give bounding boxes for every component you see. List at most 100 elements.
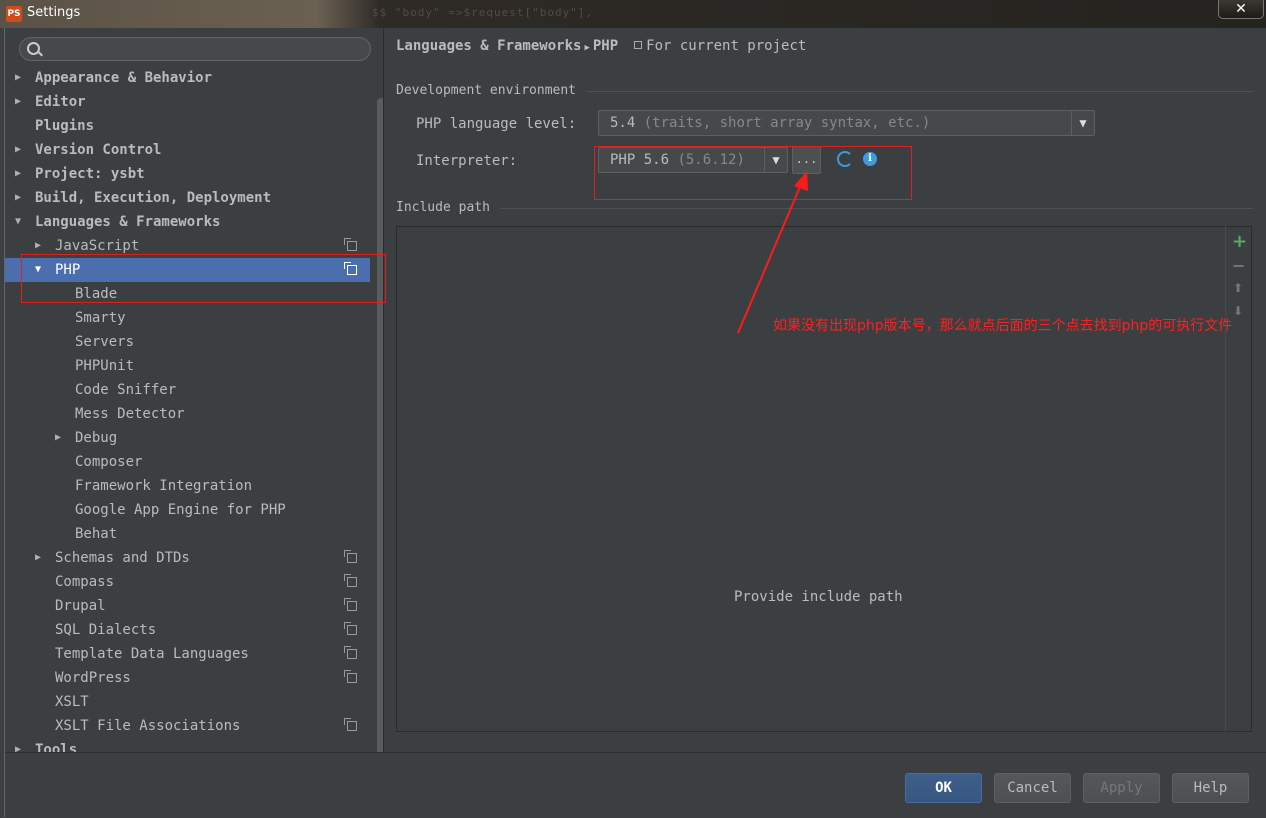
language-level-desc: (traits, short array syntax, etc.)	[643, 115, 931, 131]
cancel-button[interactable]: Cancel	[994, 773, 1071, 803]
sidebar-item-behat[interactable]: Behat	[5, 522, 370, 546]
sidebar-item-mess-detector[interactable]: Mess Detector	[5, 402, 370, 426]
sidebar-item-servers[interactable]: Servers	[5, 330, 370, 354]
sidebar-item-label: Editor	[35, 94, 86, 110]
settings-sidebar: ▶ Appearance & Behavior ▶ Editor Plugins ▶ Ver…	[5, 28, 384, 752]
settings-content: Languages & Frameworks ▶ PHP For current pr…	[384, 28, 1266, 752]
sidebar-item-languages-frameworks[interactable]: ▼ Languages & Frameworks	[5, 210, 370, 234]
include-path-section-title: Include path	[396, 200, 490, 215]
project-scope-icon	[344, 718, 357, 731]
sidebar-item-xslt[interactable]: XSLT	[5, 690, 370, 714]
breadcrumb-scope: For current project	[646, 38, 807, 54]
sidebar-item-label: Composer	[75, 454, 143, 470]
search-input[interactable]	[46, 40, 370, 60]
interpreter-label: Interpreter:	[416, 153, 518, 169]
collapsed-arrow-icon[interactable]: ▶	[55, 426, 61, 450]
sidebar-item-build-execution-deployment[interactable]: ▶ Build, Execution, Deployment	[5, 186, 370, 210]
collapsed-arrow-icon[interactable]: ▶	[15, 66, 21, 90]
search-field[interactable]	[19, 37, 371, 61]
language-level-value: 5.4	[610, 115, 636, 131]
annotation-box-php	[21, 254, 386, 303]
remove-icon[interactable]: −	[1232, 256, 1245, 275]
sidebar-item-label: Build, Execution, Deployment	[35, 190, 272, 206]
sidebar-item-drupal[interactable]: Drupal	[5, 594, 370, 618]
sidebar-item-label: Debug	[75, 430, 118, 446]
sidebar-item-tools[interactable]: ▶ Tools	[5, 738, 370, 752]
help-button[interactable]: Help	[1172, 773, 1249, 803]
sidebar-item-framework-integration[interactable]: Framework Integration	[5, 474, 370, 498]
collapsed-arrow-icon[interactable]: ▶	[35, 546, 41, 570]
include-path-list[interactable]: Provide include path	[396, 226, 1252, 732]
dev-env-section-title: Development environment	[396, 83, 577, 98]
ok-button[interactable]: OK	[905, 773, 982, 803]
project-scope-icon	[344, 670, 357, 683]
sidebar-item-plugins[interactable]: Plugins	[5, 114, 370, 138]
search-icon	[27, 42, 40, 55]
sidebar-item-label: Version Control	[35, 142, 162, 158]
annotation-text: 如果没有出现php版本号，那么就点后面的三个点去找到php的可执行文件	[773, 318, 1233, 334]
sidebar-scrollbar[interactable]	[377, 98, 383, 752]
sidebar-item-label: Plugins	[35, 118, 95, 134]
sidebar-item-schemas-and-dtds[interactable]: ▶ Schemas and DTDs	[5, 546, 370, 570]
move-up-icon[interactable]: ⬆	[1233, 281, 1243, 295]
sidebar-item-label: Mess Detector	[75, 406, 185, 422]
project-scope-icon	[344, 598, 357, 611]
phpstorm-logo-icon: PS	[6, 6, 22, 22]
sidebar-item-template-data-languages[interactable]: Template Data Languages	[5, 642, 370, 666]
sidebar-item-label: Compass	[55, 574, 115, 590]
dev-env-divider	[587, 91, 1253, 92]
title-bar: PS Settings $$ "body" =>$request["body"]…	[0, 0, 1266, 28]
sidebar-item-label: Tools	[35, 742, 78, 752]
sidebar-item-label: XSLT File Associations	[55, 718, 241, 734]
sidebar-item-label: PHPUnit	[75, 358, 135, 374]
sidebar-item-xslt-file-associations[interactable]: XSLT File Associations	[5, 714, 370, 738]
apply-button[interactable]: Apply	[1083, 773, 1160, 803]
language-level-select[interactable]: 5.4 (traits, short array syntax, etc.) ▼	[598, 110, 1095, 136]
collapsed-arrow-icon[interactable]: ▶	[15, 90, 21, 114]
sidebar-item-label: Template Data Languages	[55, 646, 249, 662]
include-path-empty-text: Provide include path	[734, 589, 903, 605]
breadcrumb-separator-icon: ▶	[584, 43, 590, 53]
sidebar-item-label: Servers	[75, 334, 135, 350]
collapsed-arrow-icon[interactable]: ▶	[15, 138, 21, 162]
sidebar-item-label: XSLT	[55, 694, 89, 710]
sidebar-item-sql-dialects[interactable]: SQL Dialects	[5, 618, 370, 642]
sidebar-item-wordpress[interactable]: WordPress	[5, 666, 370, 690]
dialog-footer: OK Cancel Apply Help	[5, 752, 1266, 818]
sidebar-item-google-app-engine-for-php[interactable]: Google App Engine for PHP	[5, 498, 370, 522]
sidebar-item-version-control[interactable]: ▶ Version Control	[5, 138, 370, 162]
project-scope-icon	[344, 574, 357, 587]
close-button[interactable]: ✕	[1218, 0, 1264, 19]
collapsed-arrow-icon[interactable]: ▶	[15, 162, 21, 186]
sidebar-item-label: Google App Engine for PHP	[75, 502, 286, 518]
sidebar-item-appearance-behavior[interactable]: ▶ Appearance & Behavior	[5, 66, 370, 90]
expanded-arrow-icon[interactable]: ▼	[15, 210, 21, 234]
sidebar-item-composer[interactable]: Composer	[5, 450, 370, 474]
project-scope-icon	[344, 646, 357, 659]
annotation-box-interpreter	[594, 146, 912, 200]
window-title: Settings	[27, 5, 81, 20]
breadcrumb-php: PHP	[592, 38, 619, 54]
sidebar-item-code-sniffer[interactable]: Code Sniffer	[5, 378, 370, 402]
sidebar-item-project-ysbt[interactable]: ▶ Project: ysbt	[5, 162, 370, 186]
project-scope-icon	[344, 550, 357, 563]
sidebar-item-label: WordPress	[55, 670, 131, 686]
sidebar-item-label: SQL Dialects	[55, 622, 157, 638]
sidebar-item-debug[interactable]: ▶ Debug	[5, 426, 370, 450]
sidebar-item-label: Drupal	[55, 598, 106, 614]
sidebar-item-label: Appearance & Behavior	[35, 70, 213, 86]
sidebar-item-editor[interactable]: ▶ Editor	[5, 90, 370, 114]
breadcrumb: Languages & Frameworks ▶ PHP For current pr…	[396, 38, 806, 54]
sidebar-item-phpunit[interactable]: PHPUnit	[5, 354, 370, 378]
breadcrumb-languages: Languages & Frameworks	[396, 38, 582, 54]
sidebar-item-label: Code Sniffer	[75, 382, 177, 398]
sidebar-item-smarty[interactable]: Smarty	[5, 306, 370, 330]
project-scope-icon	[344, 622, 357, 635]
collapsed-arrow-icon[interactable]: ▶	[15, 738, 21, 752]
sidebar-item-compass[interactable]: Compass	[5, 570, 370, 594]
settings-tree: ▶ Appearance & Behavior ▶ Editor Plugins ▶ Ver…	[5, 66, 370, 752]
collapsed-arrow-icon[interactable]: ▶	[15, 186, 21, 210]
sidebar-item-label: Project: ysbt	[35, 166, 145, 182]
sidebar-item-label: Smarty	[75, 310, 126, 326]
add-icon[interactable]: +	[1232, 231, 1247, 252]
